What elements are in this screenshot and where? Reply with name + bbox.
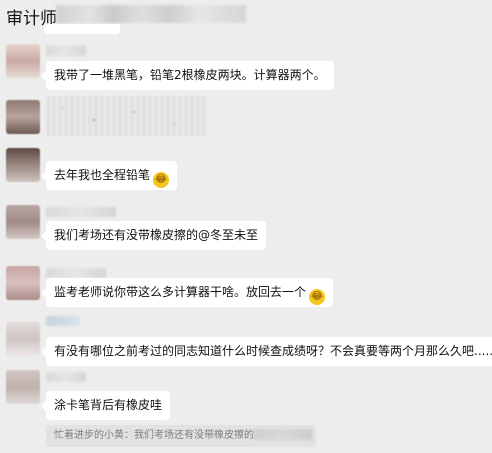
- partial-message-bubble: [44, 24, 120, 34]
- avatar[interactable]: [6, 322, 40, 356]
- message-bubble[interactable]: 我带了一堆黑笔，铅笔2根橡皮两块。计算器两个。: [41, 61, 334, 90]
- message-text: 涂卡笔背后有橡皮哇: [54, 398, 163, 412]
- sender-name: [46, 207, 116, 217]
- message-bubble[interactable]: 有没有哪位之前考过的同志知道什么时候查成绩呀？不会真要等两个月那么久吧.....…: [41, 337, 492, 366]
- sender-name: [46, 46, 86, 56]
- avatar[interactable]: [6, 266, 40, 300]
- message-text: 去年我也全程铅笔: [54, 168, 151, 182]
- quote-text: 忙着进步的小黄：我们考场还有没带橡皮擦的: [54, 430, 254, 441]
- message-text: 监考老师说你带这么多计算器干啥。放回去一个: [54, 285, 307, 299]
- message-text: 我带了一堆黑笔，铅笔2根橡皮两块。计算器两个。: [54, 68, 326, 82]
- message-text: 有没有哪位之前考过的同志知道什么时候查成绩呀？不会真要等两个月那么久吧.....…: [54, 344, 492, 358]
- sender-name: [46, 268, 106, 278]
- laughing-tears-emoji-icon: 😂: [309, 289, 326, 305]
- sender-name: [46, 372, 86, 382]
- message-text: 我们考场还有没带橡皮擦的@冬至未至: [54, 228, 259, 242]
- avatar[interactable]: [6, 44, 40, 78]
- message-bubble[interactable]: 监考老师说你带这么多计算器干啥。放回去一个 😂: [40, 278, 334, 307]
- message-bubble[interactable]: 去年我也全程铅笔 😂: [40, 161, 178, 190]
- blurred-content: [46, 96, 206, 136]
- laughing-tears-emoji-icon: 😂: [153, 172, 170, 188]
- avatar[interactable]: [6, 370, 40, 404]
- avatar[interactable]: [6, 100, 40, 134]
- message-bubble[interactable]: 涂卡笔背后有橡皮哇: [40, 391, 171, 420]
- blurred-quote-tail: [254, 429, 312, 440]
- blurred-group-name: [56, 5, 246, 23]
- sender-name: [46, 316, 80, 326]
- message-bubble[interactable]: 我们考场还有没带橡皮擦的@冬至未至: [40, 221, 267, 250]
- quoted-message[interactable]: 忙着进步的小黄：我们考场还有没带橡皮擦的: [46, 425, 316, 447]
- avatar[interactable]: [6, 205, 40, 239]
- avatar[interactable]: [6, 148, 40, 182]
